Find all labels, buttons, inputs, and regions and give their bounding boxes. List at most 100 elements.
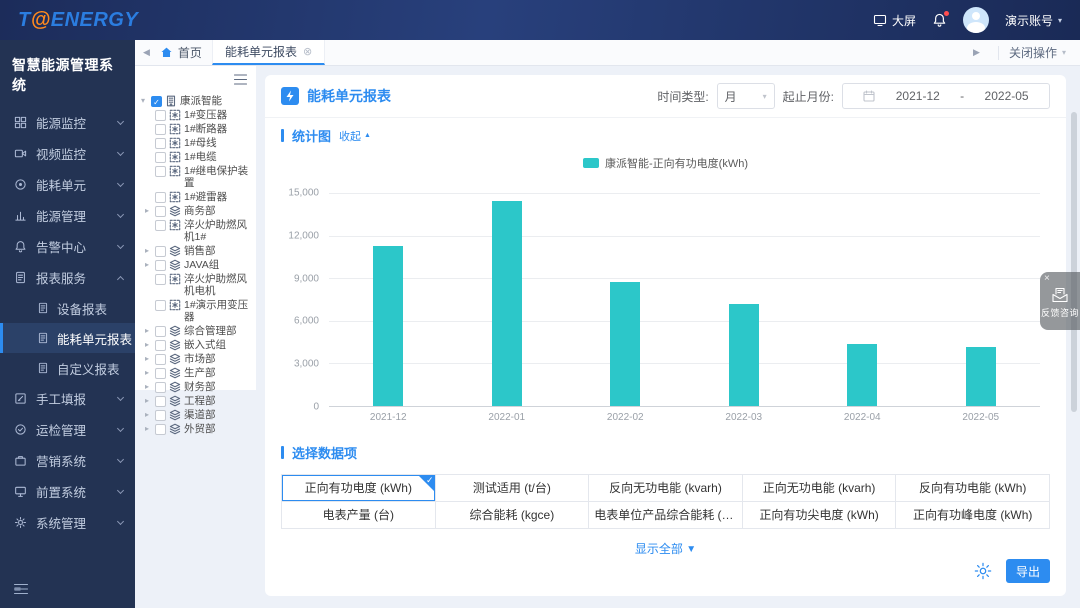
tree-item[interactable]: ▸商务部 xyxy=(135,204,254,218)
tree-caret-right-icon[interactable]: ▸ xyxy=(145,205,155,217)
tab-home[interactable]: 首页 xyxy=(158,44,212,61)
tab-close-icon[interactable]: ⊗ xyxy=(303,45,312,58)
tree-checkbox[interactable] xyxy=(155,166,166,177)
tree-checkbox[interactable] xyxy=(155,220,166,231)
tree-checkbox[interactable] xyxy=(155,300,166,311)
tree-item[interactable]: 1#断路器 xyxy=(135,122,254,136)
tree-item[interactable]: 1#演示用变压器 xyxy=(135,298,254,324)
tree-caret-right-icon[interactable]: ▸ xyxy=(145,353,155,365)
settings-gear-icon[interactable] xyxy=(974,562,992,580)
tree-caret-right-icon[interactable]: ▸ xyxy=(145,325,155,337)
tree-caret-right-icon[interactable]: ▸ xyxy=(145,381,155,393)
tree-item[interactable]: 1#避雷器 xyxy=(135,190,254,204)
tree-checkbox[interactable] xyxy=(155,138,166,149)
feedback-widget[interactable]: × 反馈咨询 xyxy=(1040,272,1080,330)
tree-menu-icon[interactable] xyxy=(234,74,247,85)
tree-item[interactable]: ▸财务部 xyxy=(135,380,254,394)
data-item-cell[interactable]: 电表单位产品综合能耗 (kgce/... xyxy=(589,502,743,529)
close-operations-dropdown[interactable]: 关闭操作 ▾ xyxy=(1009,44,1080,61)
feedback-close-icon[interactable]: × xyxy=(1044,273,1050,284)
tree-checkbox[interactable] xyxy=(155,206,166,217)
data-item-cell[interactable]: 正向有功电度 (kWh)✓ xyxy=(282,475,436,502)
sidebar-item-energy-manage[interactable]: 能源管理 xyxy=(0,200,135,231)
sidebar-item-inspection[interactable]: 运检管理 xyxy=(0,414,135,445)
tree-item[interactable]: ▸销售部 xyxy=(135,244,254,258)
tree-item[interactable]: ▸综合管理部 xyxy=(135,324,254,338)
tree-item[interactable]: ▸工程部 xyxy=(135,394,254,408)
tree-item[interactable]: ▸嵌入式组 xyxy=(135,338,254,352)
data-item-cell[interactable]: 电表产量 (台) xyxy=(282,502,436,529)
tree-caret-down-icon[interactable]: ▾ xyxy=(141,95,151,107)
month-range-picker[interactable]: 2021-12 - 2022-05 xyxy=(842,83,1050,109)
tree-caret-right-icon[interactable]: ▸ xyxy=(145,367,155,379)
tree-item[interactable]: 1#变压器 xyxy=(135,108,254,122)
time-type-select[interactable]: 月 ▾ xyxy=(717,83,775,109)
tree-checkbox[interactable] xyxy=(155,410,166,421)
tree-item[interactable]: 淬火炉助燃风机1# xyxy=(135,218,254,244)
sidebar-item-report-service[interactable]: 报表服务 xyxy=(0,262,135,293)
tabs-back-icon[interactable]: ◀ xyxy=(135,47,158,58)
tree-item[interactable]: ▸生产部 xyxy=(135,366,254,380)
sidebar-item-front-system[interactable]: 前置系统 xyxy=(0,476,135,507)
tree-item[interactable]: ▾✓康派智能 xyxy=(135,94,254,108)
data-item-cell[interactable]: 正向有功峰电度 (kWh) xyxy=(896,502,1050,529)
sidebar-item-energy-unit[interactable]: 能耗单元 xyxy=(0,169,135,200)
tree-checkbox[interactable] xyxy=(155,152,166,163)
data-item-cell[interactable]: 正向无功电能 (kvarh) xyxy=(743,475,897,502)
tree-checkbox[interactable] xyxy=(155,274,166,285)
tree-item[interactable]: ▸JAVA组 xyxy=(135,258,254,272)
tabs-forward-icon[interactable]: ▶ xyxy=(965,47,988,58)
tree-checkbox[interactable] xyxy=(155,424,166,435)
tree-caret-right-icon[interactable]: ▸ xyxy=(145,423,155,435)
sidebar-item-system-manage[interactable]: 系统管理 xyxy=(0,507,135,538)
collapse-chart-link[interactable]: 收起 ▲ xyxy=(339,128,371,144)
tree-checkbox[interactable] xyxy=(155,192,166,203)
vertical-scrollbar[interactable] xyxy=(1071,112,1077,412)
tree-item[interactable]: 1#电缆 xyxy=(135,150,254,164)
tree-checkbox[interactable] xyxy=(155,368,166,379)
tree-checkbox[interactable] xyxy=(155,110,166,121)
tree-item[interactable]: ▸渠道部 xyxy=(135,408,254,422)
tab-unit-report[interactable]: 能耗单元报表 ⊗ xyxy=(212,40,325,65)
sidebar-item-device-report[interactable]: 设备报表 xyxy=(0,293,135,323)
tree-checkbox[interactable] xyxy=(155,124,166,135)
sidebar-collapse-icon[interactable] xyxy=(13,582,29,596)
tree-caret-right-icon[interactable]: ▸ xyxy=(145,395,155,407)
tree-caret-right-icon[interactable]: ▸ xyxy=(145,339,155,351)
export-button[interactable]: 导出 xyxy=(1006,559,1050,583)
tree-caret-right-icon[interactable]: ▸ xyxy=(145,259,155,271)
tree-item[interactable]: 1#继电保护装置 xyxy=(135,164,254,190)
chart-legend[interactable]: 康派智能-正向有功电度(kWh) xyxy=(265,155,1066,171)
big-screen-button[interactable]: 大屏 xyxy=(873,12,916,29)
tree-caret-right-icon[interactable]: ▸ xyxy=(145,245,155,257)
show-all-link[interactable]: 显示全部 ▼ xyxy=(265,540,1066,557)
sidebar-item-manual-fill[interactable]: 手工填报 xyxy=(0,383,135,414)
tree-checkbox[interactable] xyxy=(155,354,166,365)
tree-checkbox[interactable] xyxy=(155,246,166,257)
tree-item[interactable]: ▸外贸部 xyxy=(135,422,254,436)
sidebar-item-video-monitor[interactable]: 视频监控 xyxy=(0,138,135,169)
data-item-cell[interactable]: 正向有功尖电度 (kWh) xyxy=(743,502,897,529)
tree-caret-right-icon[interactable]: ▸ xyxy=(145,409,155,421)
data-item-cell[interactable]: 反向有功电能 (kWh) xyxy=(896,475,1050,502)
sidebar-item-alarm-center[interactable]: 告警中心 xyxy=(0,231,135,262)
tree-item[interactable]: 淬火炉助燃风机电机 xyxy=(135,272,254,298)
sidebar-item-unit-report[interactable]: 能耗单元报表 xyxy=(0,323,135,353)
tree-checkbox[interactable] xyxy=(155,396,166,407)
tree-checkbox[interactable] xyxy=(155,340,166,351)
tree-checkbox[interactable] xyxy=(155,260,166,271)
sidebar-item-energy-monitor[interactable]: 能源监控 xyxy=(0,107,135,138)
notification-bell-icon[interactable] xyxy=(932,12,947,28)
sidebar-item-custom-report[interactable]: 自定义报表 xyxy=(0,353,135,383)
sidebar-item-marketing[interactable]: 营销系统 xyxy=(0,445,135,476)
tree-checkbox[interactable] xyxy=(155,382,166,393)
data-item-cell[interactable]: 反向无功电能 (kvarh) xyxy=(589,475,743,502)
tree-checkbox[interactable] xyxy=(155,326,166,337)
tree-item[interactable]: 1#母线 xyxy=(135,136,254,150)
data-item-cell[interactable]: 综合能耗 (kgce) xyxy=(436,502,590,529)
data-item-cell[interactable]: 测试适用 (t/台) xyxy=(436,475,590,502)
avatar[interactable] xyxy=(963,7,989,33)
tree-item[interactable]: ▸市场部 xyxy=(135,352,254,366)
account-menu[interactable]: 演示账号 ▾ xyxy=(1005,12,1062,29)
tree-checkbox[interactable]: ✓ xyxy=(151,96,162,107)
